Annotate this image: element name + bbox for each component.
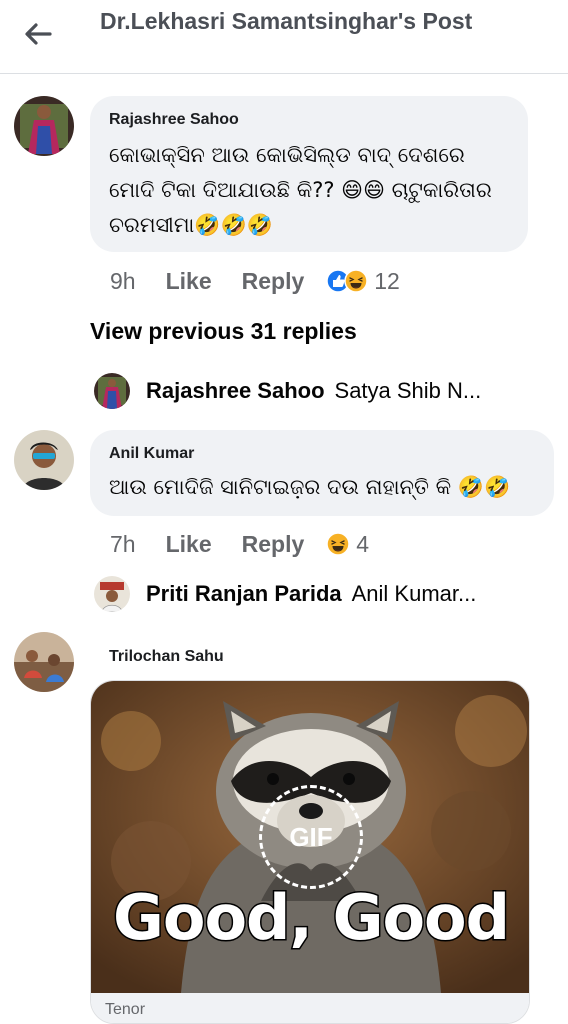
avatar[interactable]: [94, 373, 130, 409]
gif-footer: Tenor: [91, 993, 529, 1023]
post-header: Dr.Lekhasri Samantsinghar's Post: [0, 0, 568, 74]
comment-time: 7h: [110, 530, 136, 557]
reply-snippet: Satya Shib N...: [334, 378, 482, 403]
avatar[interactable]: [94, 576, 130, 612]
reaction-count[interactable]: 4: [356, 531, 369, 558]
back-button[interactable]: [18, 14, 58, 54]
avatar[interactable]: [14, 430, 74, 490]
reply-snippet: Anil Kumar...: [351, 581, 477, 606]
gif-label: GIF: [289, 821, 333, 852]
reaction-count[interactable]: 12: [374, 268, 400, 295]
comment-author[interactable]: Trilochan Sahu: [109, 648, 224, 666]
gif-attachment[interactable]: GIF Good, Good Tenor: [90, 680, 530, 1024]
gif-source: Tenor: [105, 1001, 146, 1018]
comment-text: ଆଉ ମୋଦିଜି ସାନିଟାଇଜ଼ର ଦଉ ନାହାନ୍ତି କି 🤣🤣: [109, 475, 511, 499]
gif-caption: Good, Good: [111, 880, 511, 956]
comment-time: 9h: [110, 267, 136, 294]
reactions[interactable]: [326, 532, 351, 556]
reactions[interactable]: [326, 269, 369, 293]
haha-reaction-icon: [344, 269, 369, 293]
back-arrow-icon: [25, 23, 52, 45]
avatar[interactable]: [14, 632, 74, 692]
gif-play-badge[interactable]: GIF: [259, 785, 363, 889]
haha-reaction-icon: [326, 532, 351, 556]
reply-preview[interactable]: Priti Ranjan Parida Anil Kumar...: [94, 576, 476, 612]
reply-author[interactable]: Priti Ranjan Parida: [146, 581, 342, 607]
comment-author[interactable]: Rajashree Sahoo: [109, 111, 239, 129]
like-button[interactable]: Like: [166, 531, 212, 558]
like-button[interactable]: Like: [166, 268, 212, 295]
comment-actions: 9h Like Reply 12: [110, 266, 400, 296]
avatar[interactable]: [14, 96, 74, 156]
comment-actions: 7h Like Reply 4: [110, 529, 369, 559]
reply-author[interactable]: Rajashree Sahoo: [146, 378, 325, 404]
comment-author[interactable]: Anil Kumar: [109, 445, 194, 463]
page-title: Dr.Lekhasri Samantsinghar's Post: [100, 8, 473, 34]
reply-button[interactable]: Reply: [242, 531, 305, 558]
view-previous-replies-link[interactable]: View previous 31 replies: [90, 318, 357, 345]
reply-button[interactable]: Reply: [242, 268, 305, 295]
comment-text: କୋଭାକ୍ସିନ ଆଉ କୋଭିସିଲ୍ଡ ବାଦ୍ ଦେଶରେ ମୋଦି ଟ…: [109, 143, 492, 237]
reply-preview[interactable]: Rajashree Sahoo Satya Shib N...: [94, 373, 481, 409]
